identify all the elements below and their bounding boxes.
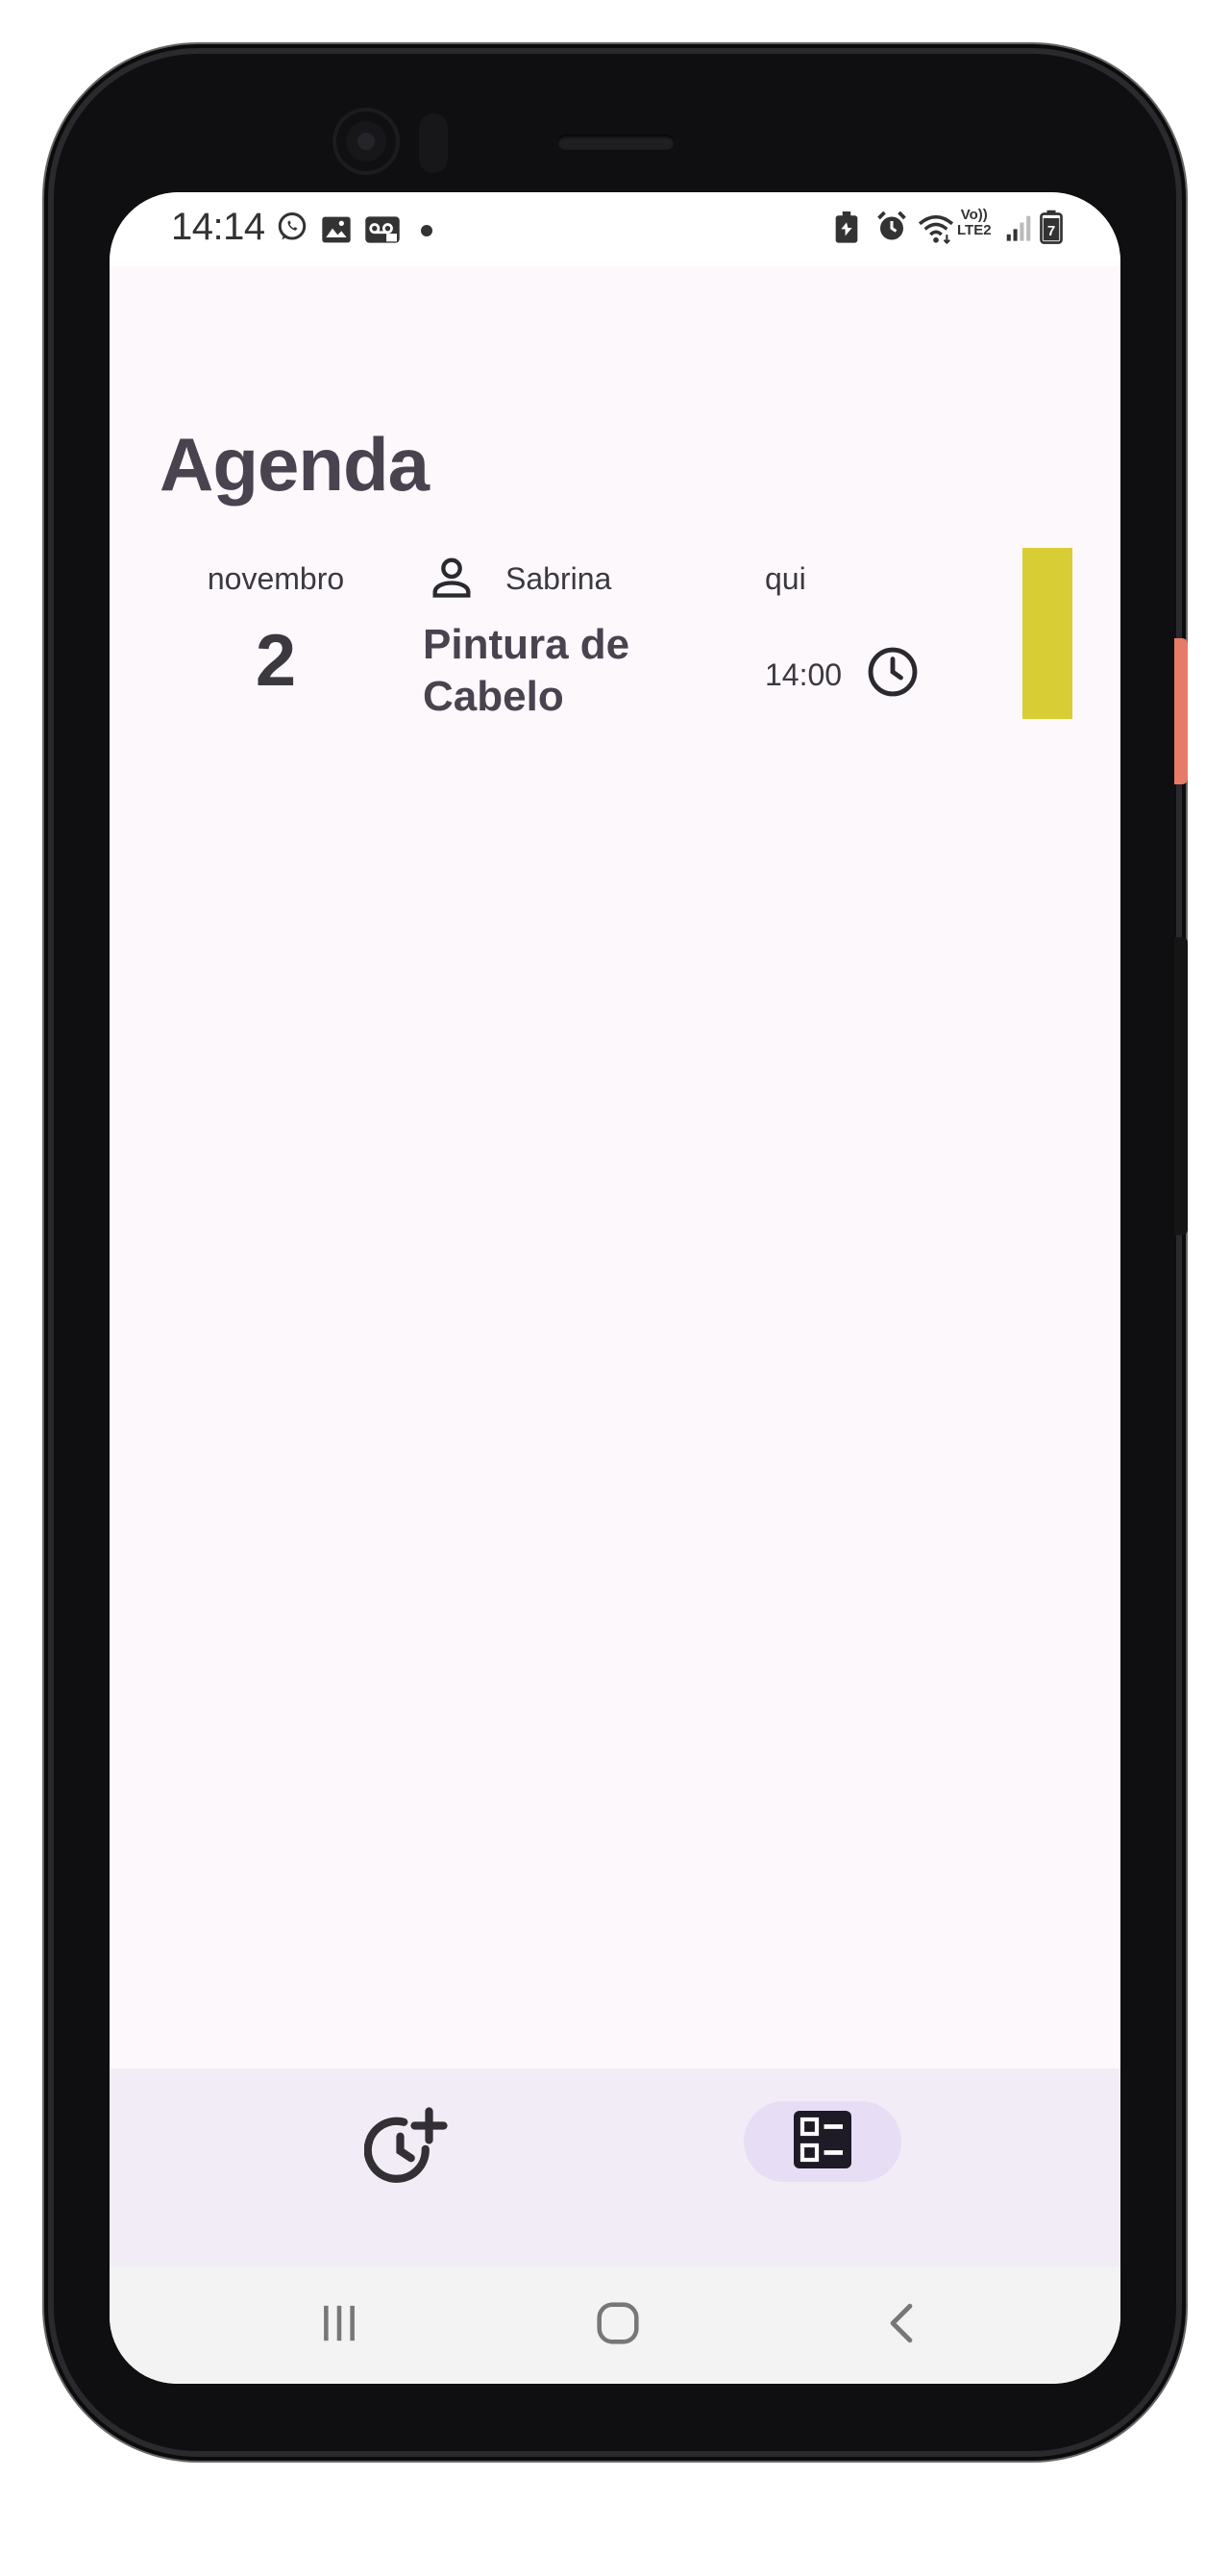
notification-dot: [421, 225, 432, 236]
alarm-icon: [874, 210, 909, 244]
proximity-sensor: [419, 113, 448, 173]
appointment-weekday: qui: [765, 561, 806, 596]
recents-icon[interactable]: [317, 2299, 361, 2352]
status-bar: 14:14 Vo)) LTE2 7: [110, 192, 1120, 267]
volume-button: [1174, 937, 1188, 1235]
clock-icon: [865, 644, 921, 705]
earpiece-speaker: [557, 135, 675, 150]
appointment-color-bar: [1022, 548, 1072, 719]
agenda-list-icon: [788, 2105, 857, 2179]
whatsapp-icon: [275, 210, 309, 244]
voicemail-icon: [363, 215, 402, 244]
add-schedule-icon: [363, 2104, 451, 2195]
bottom-navigation: [110, 2068, 1120, 2266]
appointment-service: Pintura de Cabelo: [423, 621, 630, 720]
app-screen: 14:14 Vo)) LTE2 7 Agenda novembro 2 Sabr…: [110, 192, 1120, 2384]
power-button: [1174, 638, 1188, 784]
appointment-client: Sabrina: [505, 561, 612, 596]
appointment-time: 14:00: [765, 657, 843, 692]
gallery-icon: [321, 215, 352, 244]
nav-new-appointment[interactable]: [361, 2103, 454, 2195]
back-icon[interactable]: [882, 2299, 921, 2352]
person-icon: [427, 552, 477, 607]
wifi-icon: [917, 211, 955, 244]
status-time: 14:14: [171, 206, 265, 248]
front-camera: [336, 111, 396, 171]
nav-agenda[interactable]: [744, 2101, 901, 2182]
appointment-day: 2: [255, 620, 297, 702]
home-icon[interactable]: [594, 2299, 642, 2352]
battery-saver-icon: [834, 211, 859, 244]
appointment-month: novembro: [207, 561, 345, 596]
battery-icon: 7: [1040, 210, 1063, 244]
appointment-card[interactable]: novembro 2 Sabrina Pintura de Cabelo qui…: [110, 538, 1120, 731]
volte-label: Vo)): [960, 207, 988, 223]
signal-icon: [1005, 213, 1032, 242]
volte-lte2-icon: Vo)) LTE2: [957, 208, 992, 238]
lte-label: LTE2: [957, 222, 992, 238]
battery-level-text: 7: [1047, 223, 1055, 239]
page-title: Agenda: [160, 422, 430, 507]
system-navigation-bar: [110, 2266, 1120, 2384]
